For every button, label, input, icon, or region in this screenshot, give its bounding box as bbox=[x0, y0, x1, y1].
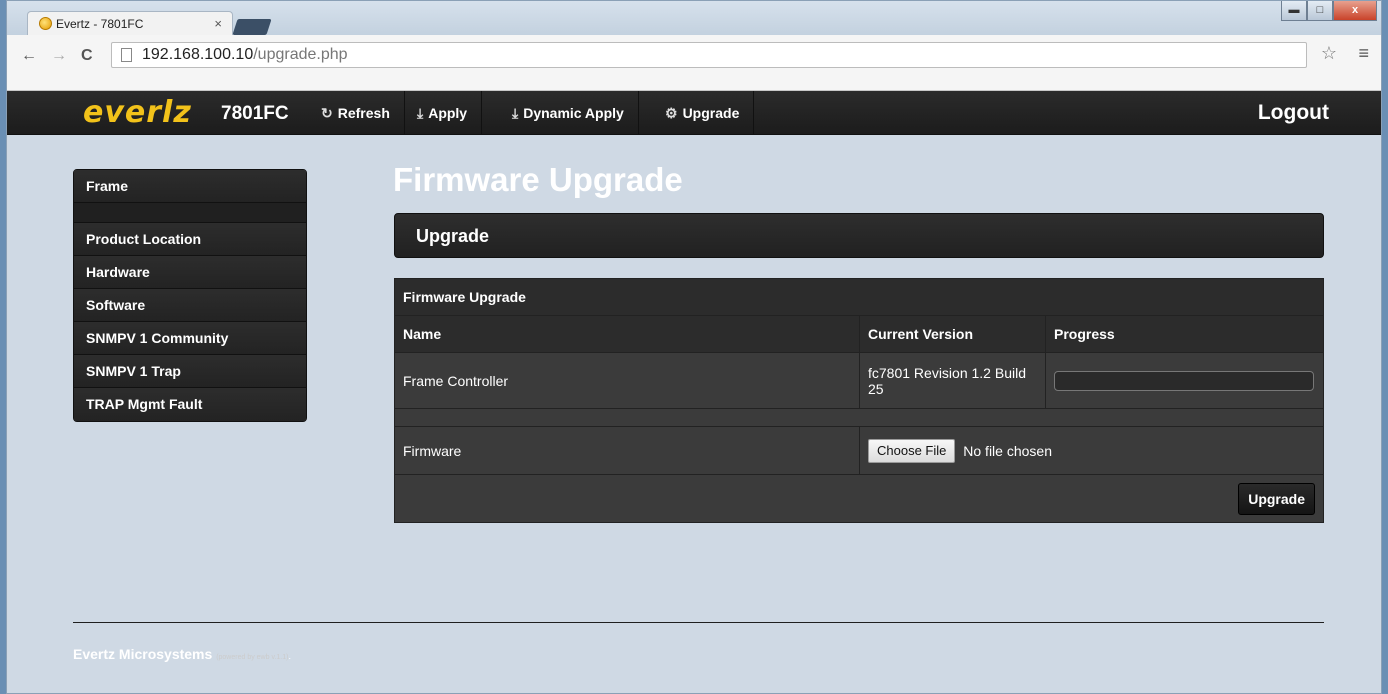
upgrade-nav-label: Upgrade bbox=[682, 105, 740, 121]
refresh-icon: ↻ bbox=[321, 105, 333, 121]
refresh-label: Refresh bbox=[337, 105, 390, 121]
table-row: Frame Controller fc7801 Revision 1.2 Bui… bbox=[394, 352, 1324, 409]
sidebar-item-frame[interactable]: Frame bbox=[74, 170, 306, 203]
window-minimize-button[interactable]: ▬ bbox=[1281, 1, 1307, 21]
dynamic-apply-label: Dynamic Apply bbox=[523, 105, 624, 121]
model-name: 7801FC bbox=[221, 103, 289, 124]
browser-window: Evertz - 7801FC × ▬ □ x ← → C 192.168.10… bbox=[6, 0, 1382, 694]
dynamic-apply-button[interactable]: ⤓ Dynamic Apply bbox=[498, 91, 639, 135]
top-navbar: everlz 7801FC ↻ Refresh ⤓ Apply ⤓ Dynamic A… bbox=[7, 91, 1381, 135]
footer-company: Evertz Microsystems bbox=[73, 646, 213, 662]
download-icon: ⤓ bbox=[512, 105, 519, 121]
title-bar: Evertz - 7801FC × ▬ □ x bbox=[7, 1, 1381, 35]
tab-title: Evertz - 7801FC bbox=[56, 17, 144, 31]
footer: Evertz Microsystems (powered by ewb v.1.… bbox=[73, 646, 291, 662]
sidebar-item-trap-mgmt-fault[interactable]: TRAP Mgmt Fault bbox=[74, 388, 306, 421]
apply-label: Apply bbox=[428, 105, 468, 121]
table-header-row: Name Current Version Progress bbox=[394, 315, 1324, 353]
page-title: Firmware Upgrade bbox=[393, 161, 683, 198]
cell-version: fc7801 Revision 1.2 Build 25 bbox=[859, 352, 1046, 409]
column-header-name: Name bbox=[394, 315, 860, 353]
download-icon: ⤓ bbox=[417, 105, 424, 121]
progress-bar bbox=[1054, 370, 1314, 391]
menu-icon[interactable]: ≡ bbox=[1358, 43, 1369, 64]
upgrade-button-cell: Upgrade bbox=[394, 474, 1324, 523]
table-caption: Firmware Upgrade bbox=[394, 278, 1324, 316]
gear-icon: ⚙ bbox=[665, 105, 678, 121]
table-caption-row: Firmware Upgrade bbox=[394, 278, 1324, 316]
sidebar-item-software[interactable]: Software bbox=[74, 289, 306, 322]
section-header: Upgrade bbox=[394, 213, 1324, 258]
back-arrow-icon[interactable]: ← bbox=[21, 47, 37, 65]
footer-divider bbox=[73, 622, 1324, 623]
url-text: 192.168.100.10/upgrade.php bbox=[142, 46, 348, 64]
refresh-button[interactable]: ↻ Refresh bbox=[307, 91, 405, 135]
cell-progress bbox=[1045, 352, 1324, 409]
reload-icon[interactable]: C bbox=[81, 47, 93, 65]
page-icon bbox=[121, 48, 132, 62]
firmware-label: Firmware bbox=[394, 426, 860, 475]
firmware-file-row: Firmware Choose File No file chosen bbox=[394, 426, 1324, 475]
sidebar-item-hardware[interactable]: Hardware bbox=[74, 256, 306, 289]
upgrade-nav-button[interactable]: ⚙ Upgrade bbox=[651, 91, 755, 135]
bookmark-star-icon[interactable]: ☆ bbox=[1321, 43, 1337, 64]
url-path: /upgrade.php bbox=[253, 46, 348, 63]
sidebar-item-snmpv1-trap[interactable]: SNMPV 1 Trap bbox=[74, 355, 306, 388]
choose-file-button[interactable]: Choose File bbox=[868, 438, 956, 463]
upgrade-button[interactable]: Upgrade bbox=[1238, 482, 1315, 515]
evertz-logo: everlz bbox=[83, 95, 192, 130]
column-header-progress: Progress bbox=[1045, 315, 1324, 353]
sidebar-spacer bbox=[74, 203, 306, 223]
cell-name: Frame Controller bbox=[394, 352, 860, 409]
tab-close-icon[interactable]: × bbox=[214, 16, 222, 31]
spacer-cell bbox=[394, 408, 1324, 427]
browser-toolbar: ← → C 192.168.100.10/upgrade.php ☆ ≡ eve… bbox=[7, 35, 1381, 662]
file-input-cell: Choose File No file chosen bbox=[859, 426, 1324, 475]
file-status: No file chosen bbox=[963, 442, 1052, 459]
forward-arrow-icon[interactable]: → bbox=[51, 47, 67, 65]
apply-button[interactable]: ⤓ Apply bbox=[403, 91, 483, 135]
footer-period: . bbox=[288, 651, 291, 661]
firmware-table: Firmware Upgrade Name Current Version Pr… bbox=[394, 278, 1324, 523]
table-spacer-row bbox=[394, 408, 1324, 427]
favicon-icon bbox=[39, 17, 52, 30]
address-bar[interactable]: 192.168.100.10/upgrade.php bbox=[111, 42, 1307, 68]
window-maximize-button[interactable]: □ bbox=[1307, 1, 1333, 21]
browser-tab[interactable]: Evertz - 7801FC × bbox=[27, 11, 233, 35]
sidebar-item-snmpv1-community[interactable]: SNMPV 1 Community bbox=[74, 322, 306, 355]
upgrade-button-row: Upgrade bbox=[394, 474, 1324, 523]
sidebar-item-product-location[interactable]: Product Location bbox=[74, 223, 306, 256]
footer-powered: (powered by ewb v.1.1) bbox=[216, 654, 289, 661]
window-close-button[interactable]: x bbox=[1333, 1, 1377, 21]
logout-button[interactable]: Logout bbox=[1258, 101, 1329, 125]
new-tab-button[interactable] bbox=[232, 19, 272, 35]
sidebar: Frame Product Location Hardware Software… bbox=[73, 169, 307, 422]
url-host: 192.168.100.10 bbox=[142, 46, 254, 63]
column-header-version: Current Version bbox=[859, 315, 1046, 353]
